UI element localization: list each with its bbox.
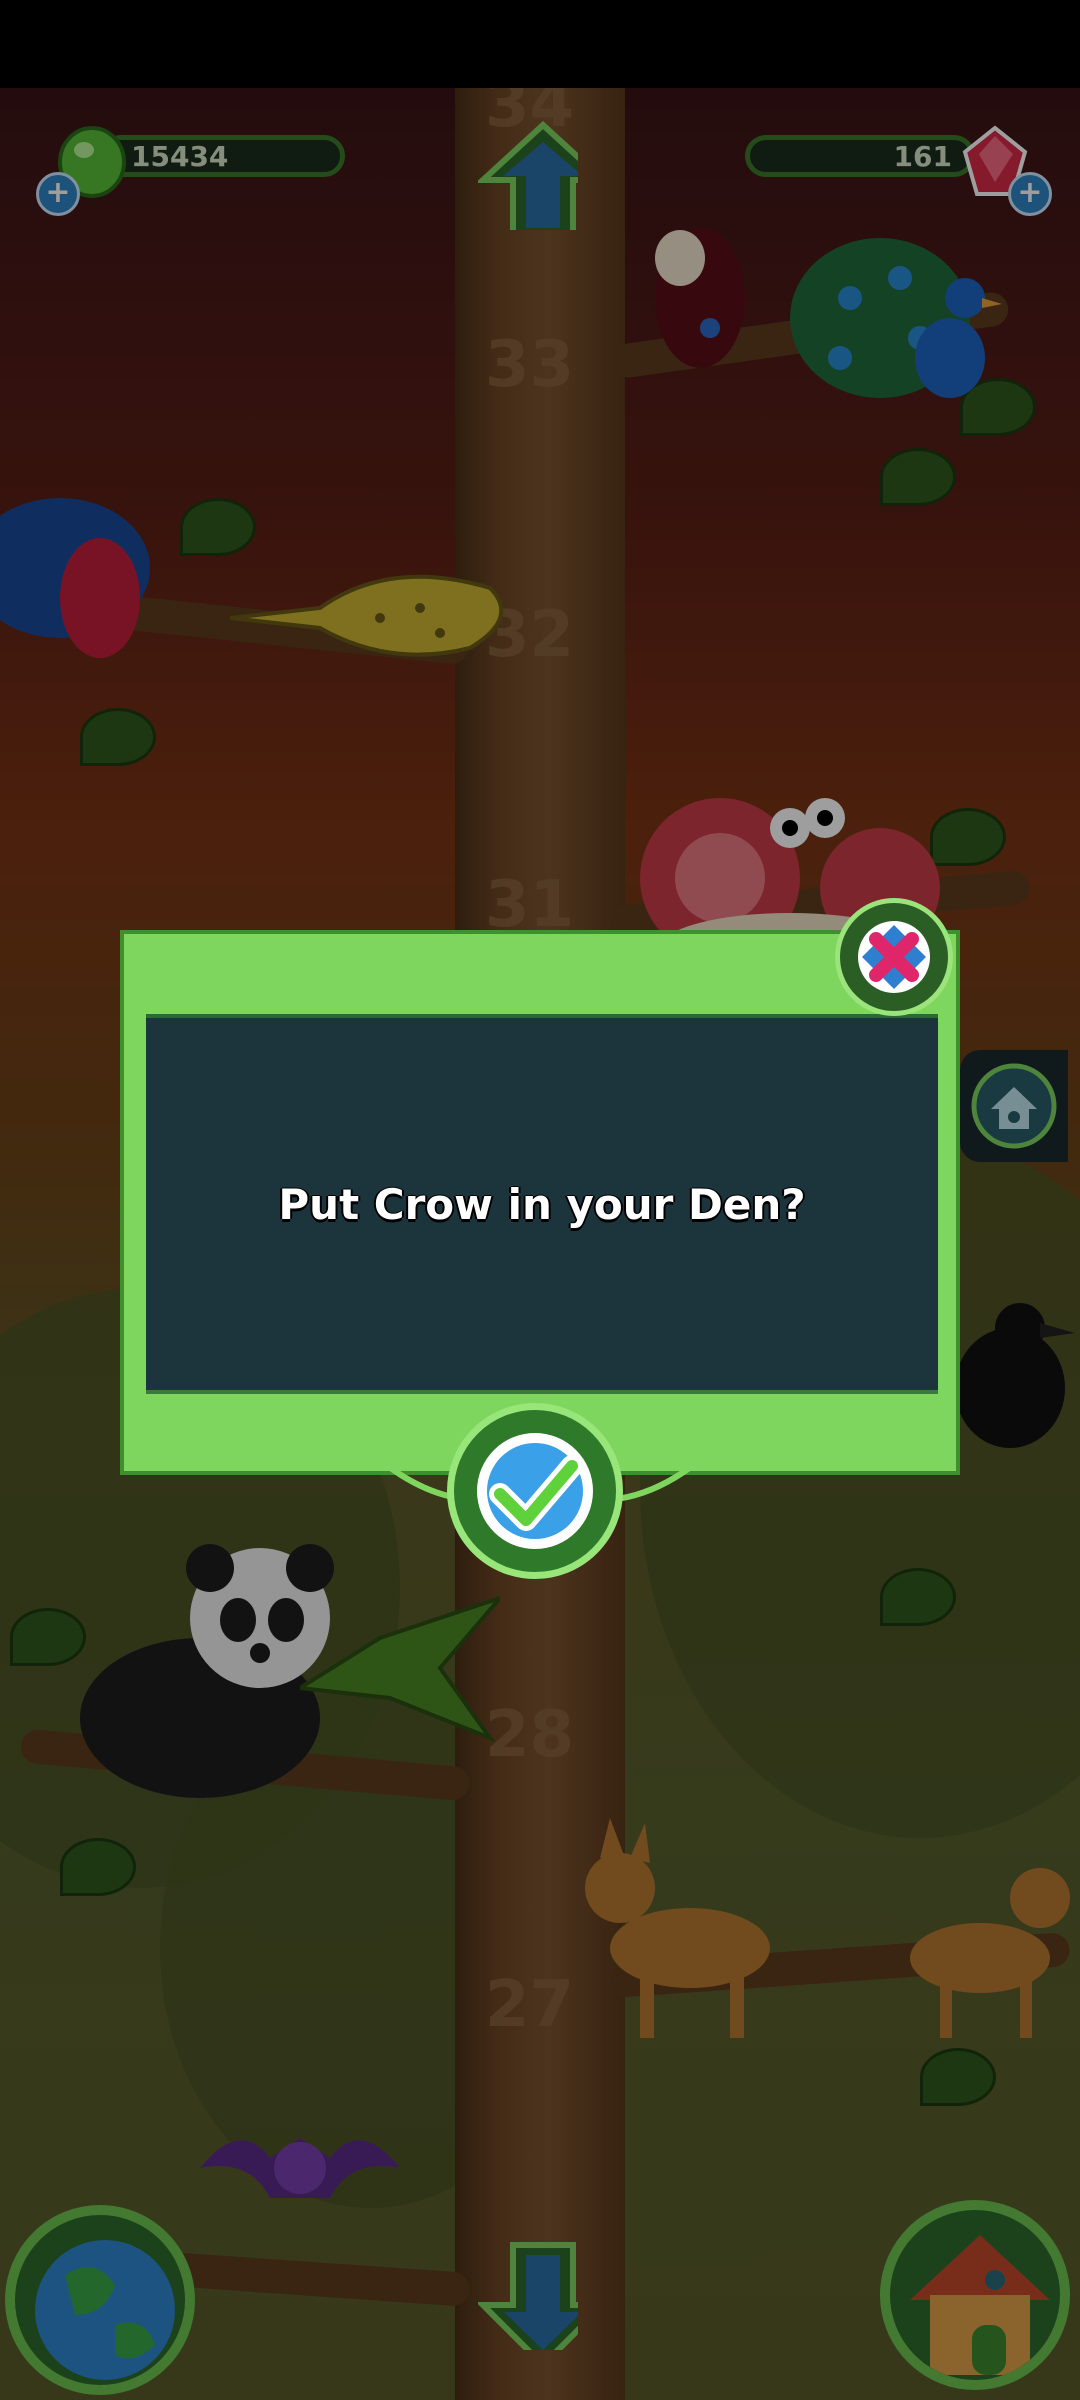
check-icon <box>477 1433 593 1549</box>
close-icon <box>858 921 930 993</box>
confirm-button[interactable] <box>447 1403 623 1579</box>
dialog-message: Put Crow in your Den? <box>278 1179 806 1229</box>
confirm-dialog: Put Crow in your Den? <box>120 930 960 1475</box>
dialog-message-panel: Put Crow in your Den? <box>146 1014 938 1394</box>
close-button[interactable] <box>835 898 953 1016</box>
